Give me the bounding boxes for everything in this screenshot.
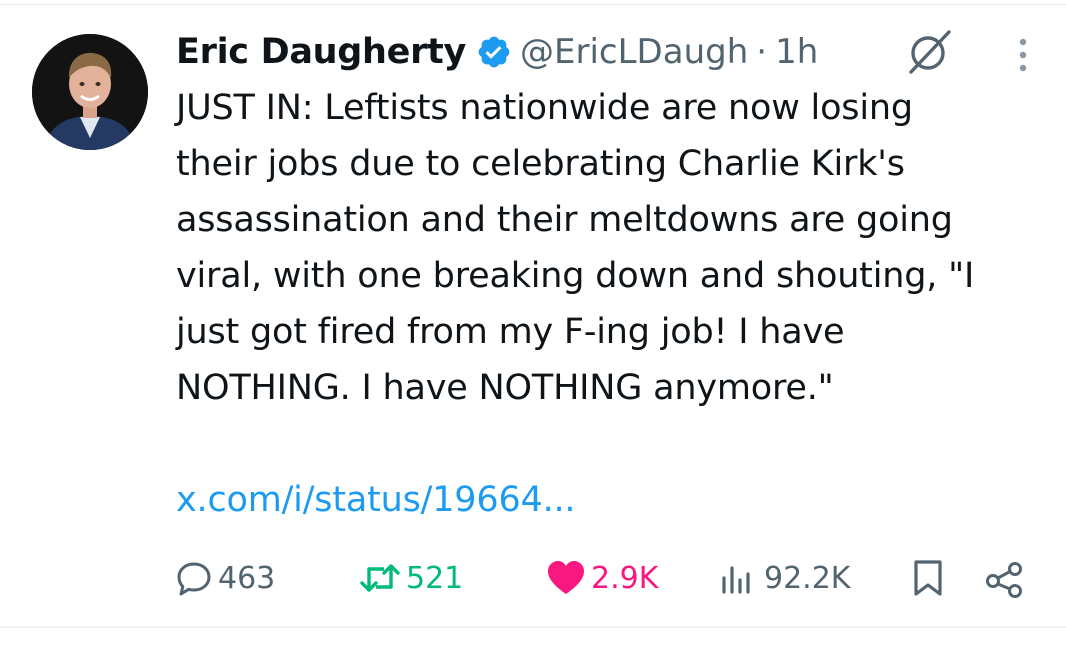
repost-icon — [360, 564, 400, 592]
views-count: 92.2K — [764, 560, 851, 596]
reply-icon — [177, 562, 211, 596]
heart-icon — [548, 561, 584, 594]
avatar[interactable] — [32, 34, 148, 150]
grok-icon[interactable] — [905, 28, 953, 76]
reply-button[interactable]: 463 — [174, 548, 275, 608]
separator-dot: · — [756, 32, 768, 72]
action-bar: 463 521 2.9K 92.2K — [0, 548, 1066, 608]
verified-badge-icon — [476, 34, 512, 70]
tweet-header: Eric Daugherty @EricLDaugh · 1h — [176, 24, 818, 80]
repost-count: 521 — [406, 560, 464, 596]
timestamp[interactable]: 1h — [775, 32, 818, 72]
author-handle[interactable]: @EricLDaugh — [520, 32, 748, 72]
views-chart-icon — [722, 566, 750, 594]
like-button[interactable]: 2.9K — [545, 548, 658, 608]
repost-button[interactable]: 521 — [358, 548, 463, 608]
bookmark-button[interactable] — [908, 548, 948, 608]
share-icon — [986, 562, 1022, 598]
bookmark-icon — [914, 560, 942, 596]
tweet-link[interactable]: x.com/i/status/19664... — [176, 472, 576, 528]
author-name[interactable]: Eric Daugherty — [176, 32, 466, 72]
reply-count: 463 — [218, 560, 276, 596]
share-button[interactable] — [982, 548, 1026, 608]
like-count: 2.9K — [591, 560, 659, 596]
bottom-divider — [0, 626, 1066, 628]
more-options-icon[interactable] — [1008, 34, 1038, 76]
top-divider — [0, 4, 1066, 5]
views-button[interactable]: 92.2K — [718, 548, 850, 608]
tweet-text: JUST IN: Leftists nationwide are now los… — [176, 88, 975, 408]
